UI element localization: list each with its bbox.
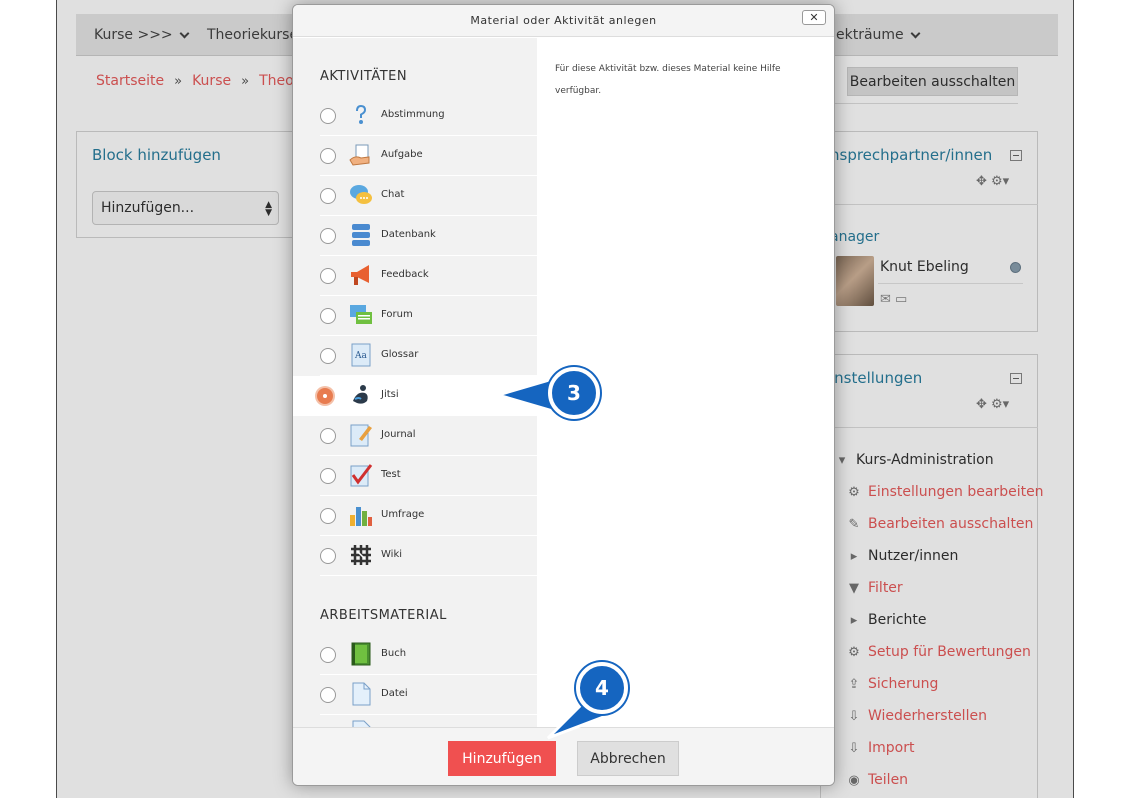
- activity-label: Forum: [381, 309, 413, 320]
- assignment-icon: [349, 144, 370, 166]
- activity-label: Datenbank: [381, 229, 436, 240]
- cancel-button[interactable]: Abbrechen: [577, 741, 679, 776]
- chat-icon: [350, 185, 372, 204]
- activity-option[interactable]: Umfrage: [320, 496, 537, 536]
- resource-option[interactable]: Datei: [320, 675, 537, 715]
- add-button[interactable]: Hinzufügen: [448, 741, 556, 776]
- callout-badge-3: 3: [548, 367, 600, 419]
- quiz-icon: [350, 464, 373, 487]
- category-resources-heading: ARBEITSMATERIAL: [320, 608, 447, 623]
- question-icon: [356, 105, 366, 124]
- activity-option-selected[interactable]: Jitsi: [293, 376, 537, 416]
- activity-option[interactable]: Datenbank: [320, 216, 537, 256]
- dialog-header: Material oder Aktivität anlegen ✕: [293, 5, 834, 37]
- activity-option[interactable]: Aufgabe: [320, 136, 537, 176]
- activity-label: Journal: [381, 429, 416, 440]
- resource-label: Buch: [381, 648, 407, 659]
- journal-icon: [350, 424, 372, 447]
- activity-option[interactable]: Feedback: [320, 256, 537, 296]
- activity-option[interactable]: Chat: [320, 176, 537, 216]
- file-icon: [352, 682, 371, 706]
- resource-option[interactable]: Buch: [320, 635, 537, 675]
- activity-option[interactable]: Forum: [320, 296, 537, 336]
- radio-button[interactable]: [320, 308, 336, 324]
- radio-button[interactable]: [320, 108, 336, 124]
- activity-list[interactable]: AKTIVITÄTEN Abstimmung Aufgabe Chat Date…: [293, 38, 537, 728]
- dialog-footer: Hinzufügen Abbrechen: [293, 727, 834, 785]
- jitsi-icon: [353, 385, 368, 404]
- activity-label: Glossar: [381, 349, 419, 360]
- dialog-title: Material oder Aktivität anlegen: [470, 14, 657, 27]
- activity-option[interactable]: Aa Glossar: [320, 336, 537, 376]
- megaphone-icon: [351, 265, 369, 285]
- activity-label: Feedback: [381, 269, 429, 280]
- radio-button[interactable]: [320, 188, 336, 204]
- activity-label: Jitsi: [381, 389, 399, 400]
- activity-label: Test: [381, 469, 401, 480]
- radio-button[interactable]: [320, 548, 336, 564]
- radio-button-selected[interactable]: [317, 388, 333, 404]
- radio-button[interactable]: [320, 508, 336, 524]
- survey-icon: [350, 507, 372, 526]
- activity-option[interactable]: Test: [320, 456, 537, 496]
- activity-label: Umfrage: [381, 509, 425, 520]
- activity-label: Chat: [381, 189, 405, 200]
- book-icon: [351, 642, 371, 666]
- close-icon[interactable]: ✕: [802, 10, 826, 25]
- wiki-icon: [351, 545, 371, 565]
- activity-label: Abstimmung: [381, 109, 445, 120]
- activity-option[interactable]: Abstimmung: [320, 96, 537, 136]
- help-text: Für diese Aktivität bzw. dieses Material…: [555, 64, 781, 96]
- radio-button[interactable]: [320, 468, 336, 484]
- radio-button[interactable]: [320, 687, 336, 703]
- activity-label: Aufgabe: [381, 149, 423, 160]
- activity-label: Wiki: [381, 549, 403, 560]
- forum-icon: [350, 305, 372, 324]
- radio-button[interactable]: [320, 228, 336, 244]
- radio-button[interactable]: [320, 268, 336, 284]
- radio-button[interactable]: [320, 148, 336, 164]
- resource-label: Datei: [381, 688, 408, 699]
- category-activities-heading: AKTIVITÄTEN: [320, 69, 408, 84]
- activity-option[interactable]: Wiki: [320, 536, 537, 576]
- radio-button[interactable]: [320, 348, 336, 364]
- radio-button[interactable]: [320, 647, 336, 663]
- database-icon: [352, 224, 370, 246]
- radio-button[interactable]: [320, 428, 336, 444]
- glossary-icon: Aa: [351, 343, 371, 367]
- callout-badge-4: 4: [576, 662, 628, 714]
- svg-text:Aa: Aa: [354, 351, 367, 361]
- activity-option[interactable]: Journal: [320, 416, 537, 456]
